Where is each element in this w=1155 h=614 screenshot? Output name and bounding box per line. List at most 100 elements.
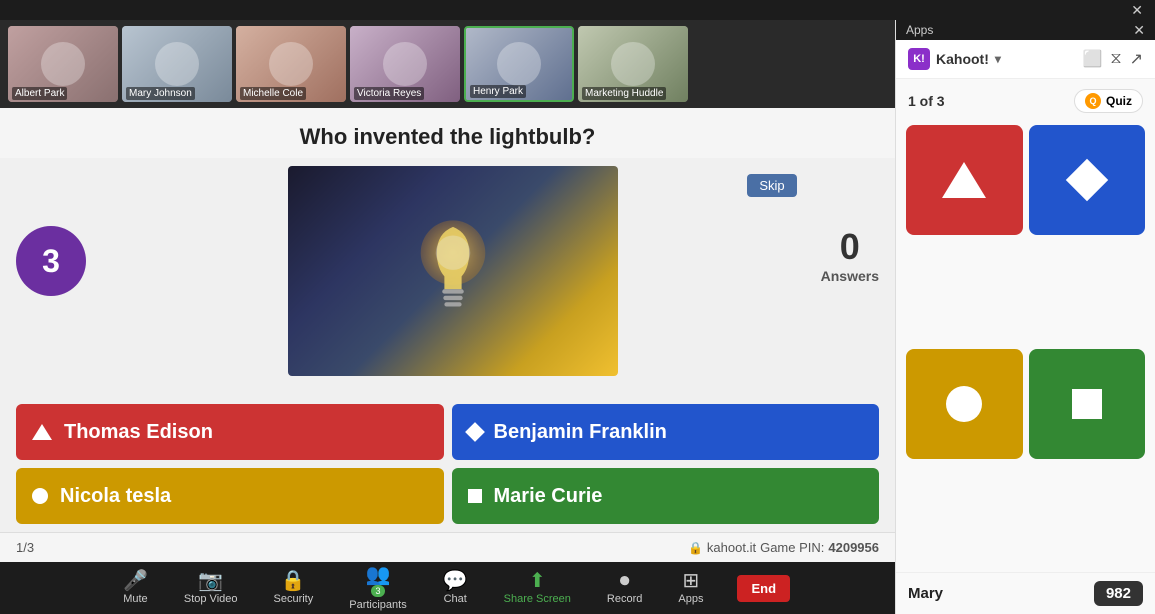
apps-close-icon[interactable]: ✕ xyxy=(1131,2,1143,19)
circle-icon xyxy=(32,488,48,504)
participant-name-albert: Albert Park xyxy=(12,87,67,100)
apps-icon: ⊞ xyxy=(683,571,700,591)
avatar xyxy=(611,42,655,86)
mute-icon: 🎤 xyxy=(123,571,148,591)
video-thumb-marketing: Marketing Huddle xyxy=(578,26,688,102)
quiz-badge: Q Quiz xyxy=(1074,89,1143,113)
diamond-icon xyxy=(465,422,485,442)
avatar xyxy=(41,42,85,86)
answer-text-3: Nicola tesla xyxy=(60,485,171,508)
shape-card-diamond xyxy=(1029,125,1146,235)
video-thumb-mary: Mary Johnson xyxy=(122,26,232,102)
answer-button-marie-curie[interactable]: Marie Curie xyxy=(452,468,880,524)
participant-name-display: Mary xyxy=(908,585,943,602)
content-area: 3 xyxy=(0,158,895,404)
apps-label: Apps xyxy=(678,593,703,605)
image-container: Skip xyxy=(102,166,805,376)
participant-name-henry: Henry Park xyxy=(470,85,526,98)
video-strip: Albert Park Mary Johnson Michelle Cole V… xyxy=(0,20,895,108)
right-panel: Apps ✕ K! Kahoot! ▾ ⬜ ⧖ ↗ 1 of 3 Q Quiz xyxy=(895,20,1155,614)
answer-button-benjamin-franklin[interactable]: Benjamin Franklin xyxy=(452,404,880,460)
center-panel: Albert Park Mary Johnson Michelle Cole V… xyxy=(0,20,895,614)
video-thumb-michelle: Michelle Cole xyxy=(236,26,346,102)
bottom-toolbar: 🎤 Mute 📷 Stop Video 🔒 Security 👥 3 Parti… xyxy=(0,562,895,614)
answers-label: Answers xyxy=(821,268,879,284)
answer-text-2: Benjamin Franklin xyxy=(494,421,667,444)
quiz-badge-label: Quiz xyxy=(1106,94,1132,108)
toolbar-share-screen[interactable]: ⬆ Share Screen xyxy=(486,571,589,605)
diamond-shape xyxy=(1066,159,1108,201)
toolbar-chat[interactable]: 💬 Chat xyxy=(425,571,486,605)
participant-name-michelle: Michelle Cole xyxy=(240,87,306,100)
kahoot-header: K! Kahoot! ▾ ⬜ ⧖ ↗ xyxy=(896,40,1155,79)
participant-row: Mary 982 xyxy=(896,572,1155,614)
video-icon: 📷 xyxy=(198,571,223,591)
game-pin-label: Game PIN: xyxy=(760,540,824,555)
kahoot-logo-icon: K! xyxy=(908,48,930,70)
avatar xyxy=(383,42,427,86)
triangle-icon xyxy=(32,424,52,440)
apps-topbar: Apps ✕ xyxy=(896,20,1155,40)
toolbar-apps[interactable]: ⊞ Apps xyxy=(660,571,721,605)
mute-label: Mute xyxy=(123,593,147,605)
apps-topbar-close[interactable]: ✕ xyxy=(1133,22,1145,39)
kahoot-dropdown-icon[interactable]: ▾ xyxy=(995,52,1001,66)
lock-icon: 🔒 xyxy=(688,541,703,555)
quiz-progress-text: 1 of 3 xyxy=(908,93,945,109)
question-image xyxy=(288,166,618,376)
share-screen-icon: ⬆ xyxy=(529,571,546,591)
shape-card-square xyxy=(1029,349,1146,459)
toolbar-record[interactable]: ⏺ Record xyxy=(589,571,660,605)
kahoot-shape-grid xyxy=(896,119,1155,572)
answer-button-nicola-tesla[interactable]: Nicola tesla xyxy=(16,468,444,524)
quiz-badge-icon: Q xyxy=(1085,93,1101,109)
kahoot-add-icon[interactable]: ⬜ xyxy=(1082,49,1102,69)
skip-button[interactable]: Skip xyxy=(747,174,796,197)
answer-text-4: Marie Curie xyxy=(494,485,603,508)
chat-label: Chat xyxy=(444,593,467,605)
answer-text-1: Thomas Edison xyxy=(64,421,213,444)
shape-card-triangle xyxy=(906,125,1023,235)
square-shape xyxy=(1072,389,1102,419)
kahoot-external-icon[interactable]: ↗ xyxy=(1130,49,1143,69)
avatar xyxy=(269,42,313,86)
game-pin-value: 4209956 xyxy=(828,540,879,555)
triangle-shape xyxy=(942,162,986,198)
participant-score: 982 xyxy=(1094,581,1143,606)
kahoot-filter-icon[interactable]: ⧖ xyxy=(1110,50,1121,68)
avatar xyxy=(155,42,199,86)
security-icon: 🔒 xyxy=(281,571,306,591)
security-label: Security xyxy=(274,593,314,605)
toolbar-stop-video[interactable]: 📷 Stop Video xyxy=(166,571,256,605)
share-screen-label: Share Screen xyxy=(504,593,571,605)
video-thumb-henry: Henry Park xyxy=(464,26,574,102)
record-label: Record xyxy=(607,593,642,605)
game-pin-area: 🔒 kahoot.it Game PIN: 4209956 xyxy=(688,540,879,555)
participant-name-marketing: Marketing Huddle xyxy=(582,87,666,100)
toolbar-security[interactable]: 🔒 Security xyxy=(256,571,332,605)
answers-number: 0 xyxy=(821,226,879,268)
kahoot-site: kahoot.it xyxy=(707,540,756,555)
answer-button-thomas-edison[interactable]: Thomas Edison xyxy=(16,404,444,460)
toolbar-mute[interactable]: 🎤 Mute xyxy=(105,571,166,605)
square-icon xyxy=(468,489,482,503)
toolbar-participants[interactable]: 👥 3 Participants xyxy=(331,565,424,611)
participants-badge: 3 xyxy=(371,585,384,597)
participant-name-victoria: Victoria Reyes xyxy=(354,87,424,100)
participant-name-mary: Mary Johnson xyxy=(126,87,195,100)
circle-shape xyxy=(946,386,982,422)
timer-circle: 3 xyxy=(16,226,86,296)
participants-icon: 👥 xyxy=(366,565,391,585)
top-bar: ✕ xyxy=(0,0,1155,20)
status-bar: 1/3 🔒 kahoot.it Game PIN: 4209956 xyxy=(0,532,895,562)
video-thumb-albert: Albert Park xyxy=(8,26,118,102)
chat-icon: 💬 xyxy=(443,571,468,591)
main-layout: Albert Park Mary Johnson Michelle Cole V… xyxy=(0,20,1155,614)
record-icon: ⏺ xyxy=(620,571,630,591)
shape-card-circle xyxy=(906,349,1023,459)
end-button[interactable]: End xyxy=(737,575,790,602)
apps-topbar-title: Apps xyxy=(906,23,933,37)
question-area: Who invented the lightbulb? xyxy=(0,108,895,158)
stop-video-label: Stop Video xyxy=(184,593,238,605)
lightbulb-icon xyxy=(393,201,513,341)
